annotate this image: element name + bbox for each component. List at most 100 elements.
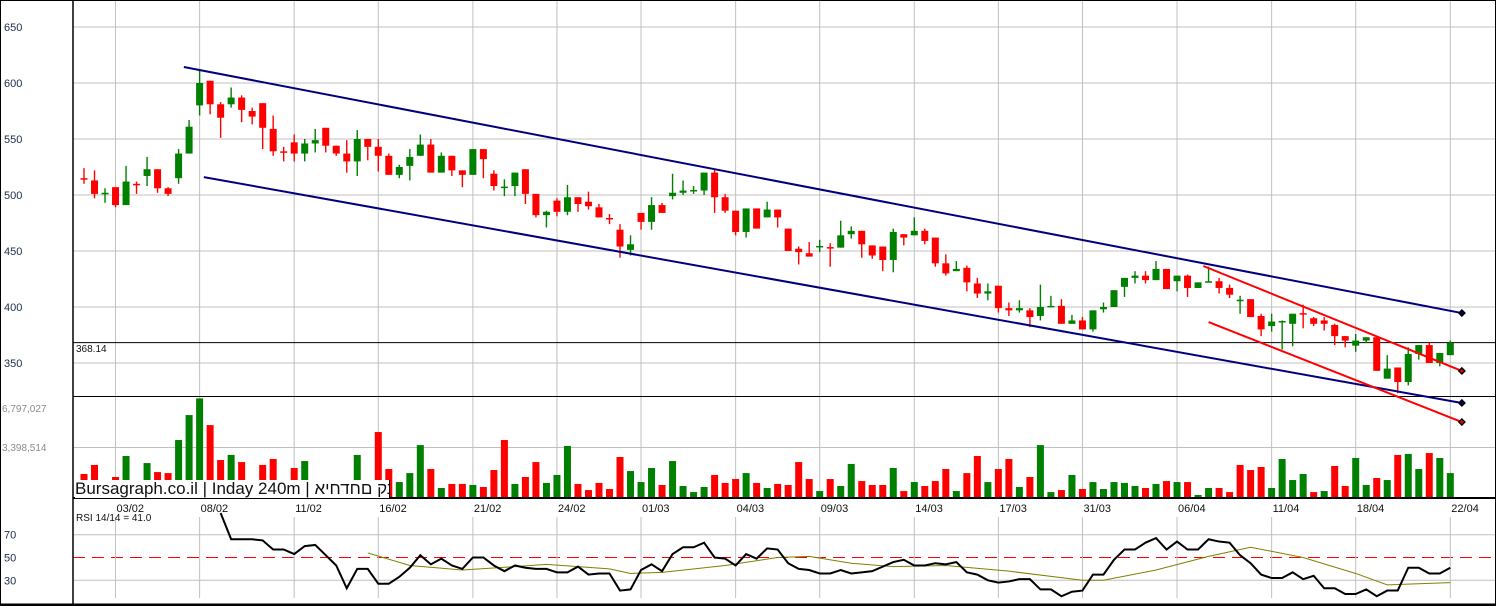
volume-bar <box>1047 492 1055 497</box>
candle <box>1036 284 1044 321</box>
candle-body <box>511 172 519 187</box>
volume-bar <box>500 440 508 497</box>
candle <box>784 228 792 251</box>
candle <box>669 173 677 200</box>
candle-body <box>322 127 330 146</box>
candle-body <box>437 155 445 173</box>
candle <box>280 146 288 162</box>
volume-bar <box>1026 476 1034 497</box>
volume-bar <box>458 483 466 497</box>
volume-bar <box>889 468 897 497</box>
candle-body <box>259 103 267 128</box>
date-tick-label: 18/04 <box>1357 503 1385 515</box>
candle <box>595 203 603 218</box>
candle <box>826 243 834 267</box>
candle <box>837 220 845 248</box>
candle-body <box>217 104 225 118</box>
candle-body <box>910 230 918 236</box>
candle-body <box>1184 275 1192 288</box>
candle-body <box>994 285 1002 309</box>
candle-body <box>1194 282 1202 288</box>
volume-bar <box>1383 480 1391 497</box>
date-tick-label: 16/02 <box>379 503 407 515</box>
volume-bar <box>563 445 571 497</box>
candle-body <box>616 229 624 247</box>
candle <box>952 261 960 272</box>
volume-bar <box>763 488 771 497</box>
candle-body <box>1404 354 1412 383</box>
price-tick-label: 400 <box>4 302 22 314</box>
candle-body <box>679 190 687 193</box>
candle-body <box>1299 313 1307 315</box>
candle-body <box>1068 320 1076 324</box>
candle-body <box>248 111 256 117</box>
volume-bar <box>847 463 855 497</box>
candle-body <box>1047 305 1055 308</box>
candle-body <box>1131 275 1139 278</box>
date-tick-label: 17/03 <box>999 503 1027 515</box>
volume-bar <box>606 489 613 497</box>
candle-body <box>479 149 487 160</box>
candle <box>133 181 141 194</box>
candle <box>816 239 824 253</box>
volume-bar <box>542 482 550 497</box>
candle <box>942 254 950 276</box>
candle-body <box>206 80 214 105</box>
trend-line <box>203 176 1463 404</box>
candle <box>259 103 267 150</box>
candle <box>1068 314 1076 324</box>
volume-bar <box>627 471 635 497</box>
candle-body <box>1341 336 1349 341</box>
candle <box>385 153 393 175</box>
candle <box>416 134 424 156</box>
candle-body <box>427 144 435 173</box>
rsi-line <box>219 512 1451 598</box>
candle-body <box>196 83 204 106</box>
volume-bar <box>1331 465 1339 497</box>
volume-bar <box>732 479 740 497</box>
candle <box>448 155 456 176</box>
candle <box>374 139 382 172</box>
candle-body <box>185 126 193 154</box>
candle <box>1099 302 1107 313</box>
date-tick-label: 21/02 <box>474 503 502 515</box>
candle <box>984 283 992 301</box>
candle-body <box>1005 308 1013 311</box>
candle-body <box>164 188 172 194</box>
candle <box>637 212 645 230</box>
candle-body <box>395 167 403 175</box>
candle <box>395 164 403 179</box>
volume-bar <box>1320 491 1328 497</box>
candle-body <box>1310 318 1318 324</box>
rsi-average-line <box>367 546 1451 586</box>
candle-body <box>469 149 477 175</box>
candle <box>658 202 666 213</box>
candle <box>248 107 256 125</box>
candle <box>353 130 361 176</box>
candle-body <box>154 169 162 189</box>
volume-bar <box>774 483 782 497</box>
watermark-interval: Inday 240m <box>211 480 301 498</box>
volume-bar <box>511 483 519 497</box>
volume-bar <box>427 469 435 497</box>
candle-body <box>1247 299 1255 318</box>
volume-bar <box>994 469 1002 497</box>
candle <box>1373 337 1381 371</box>
volume-bar <box>931 481 939 497</box>
date-tick-label: 09/03 <box>821 503 849 515</box>
trend-lines[interactable] <box>183 66 1466 427</box>
candle-body <box>1425 345 1433 363</box>
trend-line <box>1202 265 1463 372</box>
candle-body <box>521 169 529 194</box>
volume-bar <box>1226 492 1234 497</box>
candle <box>1341 336 1349 348</box>
volume-bar <box>448 483 456 497</box>
candle-body <box>280 151 288 153</box>
candle-body <box>637 212 645 222</box>
candle-body <box>1257 315 1265 330</box>
date-tick-label: 04/03 <box>737 503 765 515</box>
candle <box>868 245 876 259</box>
candle-body <box>364 139 372 147</box>
volume-bar <box>584 490 592 497</box>
date-tick-label: 06/04 <box>1178 503 1206 515</box>
